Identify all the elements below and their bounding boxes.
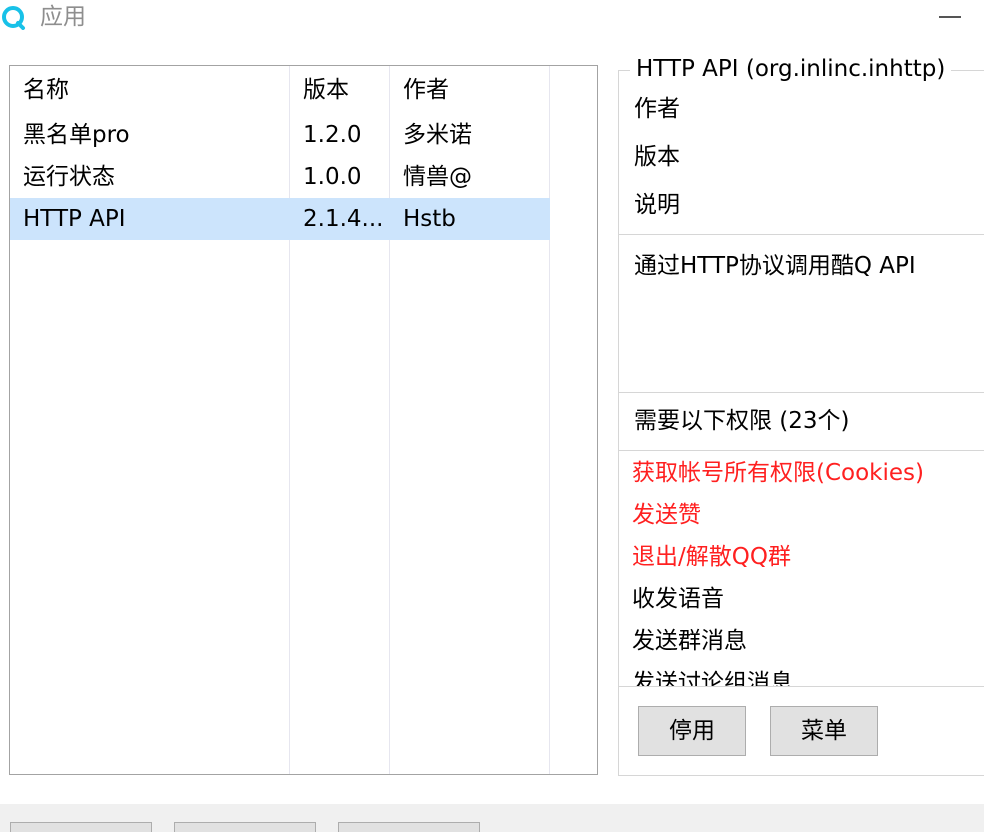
- permissions-title: 需要以下权限 (23个): [634, 408, 850, 434]
- app-version: 2.1.4...: [303, 206, 384, 232]
- divider: [619, 450, 984, 451]
- column-header-name[interactable]: 名称: [10, 66, 289, 114]
- bottom-bar: [0, 804, 984, 832]
- permission-item: 发送赞: [632, 502, 701, 528]
- list-item[interactable]: 运行状态 1.0.0 情兽@: [10, 156, 550, 198]
- app-window: 应用 名称 版本 作者 黑名单pro 1.2.0 多米诺 运行状态 1.0.0 …: [0, 0, 984, 832]
- title-bar: 应用: [0, 0, 984, 34]
- menu-button[interactable]: 菜单: [770, 706, 878, 756]
- permission-item: 退出/解散QQ群: [632, 544, 791, 570]
- app-author: 多米诺: [403, 122, 472, 148]
- permission-item: 收发语音: [632, 586, 724, 612]
- app-version: 1.0.0: [303, 164, 362, 190]
- list-item[interactable]: 黑名单pro 1.2.0 多米诺: [10, 114, 550, 156]
- divider: [619, 234, 984, 235]
- app-author: 情兽@: [403, 164, 472, 190]
- app-name: 黑名单pro: [23, 122, 130, 148]
- detail-group-title: HTTP API (org.inlinc.inhttp): [630, 54, 952, 84]
- window-title: 应用: [40, 4, 86, 30]
- permission-item: 发送群消息: [632, 628, 747, 654]
- permissions-list[interactable]: 获取帐号所有权限(Cookies) 发送赞 退出/解散QQ群 收发语音 发送群消…: [619, 452, 984, 687]
- app-name: 运行状态: [23, 164, 115, 190]
- disable-button[interactable]: 停用: [638, 706, 746, 756]
- minimize-button[interactable]: [930, 0, 970, 34]
- list-item-selected[interactable]: HTTP API 2.1.4... Hstb: [10, 198, 550, 240]
- bottom-button[interactable]: [174, 822, 316, 832]
- divider: [619, 686, 984, 687]
- column-header-version[interactable]: 版本: [290, 66, 389, 114]
- divider: [619, 392, 984, 393]
- bottom-button[interactable]: [338, 822, 480, 832]
- description-text: 通过HTTP协议调用酷Q API: [634, 253, 916, 279]
- app-name: HTTP API: [23, 206, 126, 232]
- author-label: 作者: [634, 96, 680, 122]
- minimize-icon: [939, 16, 961, 18]
- list-header: 名称 版本 作者: [10, 66, 550, 114]
- column-header-author[interactable]: 作者: [390, 66, 549, 114]
- app-list[interactable]: 名称 版本 作者 黑名单pro 1.2.0 多米诺 运行状态 1.0.0 情兽@…: [9, 65, 598, 775]
- app-version: 1.2.0: [303, 122, 362, 148]
- permission-item: 获取帐号所有权限(Cookies): [632, 460, 924, 486]
- description-label: 说明: [634, 192, 680, 218]
- permission-item: 发送讨论组消息: [632, 670, 793, 687]
- bottom-button[interactable]: [10, 822, 152, 832]
- app-logo-icon: [0, 4, 26, 30]
- version-label: 版本: [634, 144, 680, 170]
- app-author: Hstb: [403, 206, 456, 232]
